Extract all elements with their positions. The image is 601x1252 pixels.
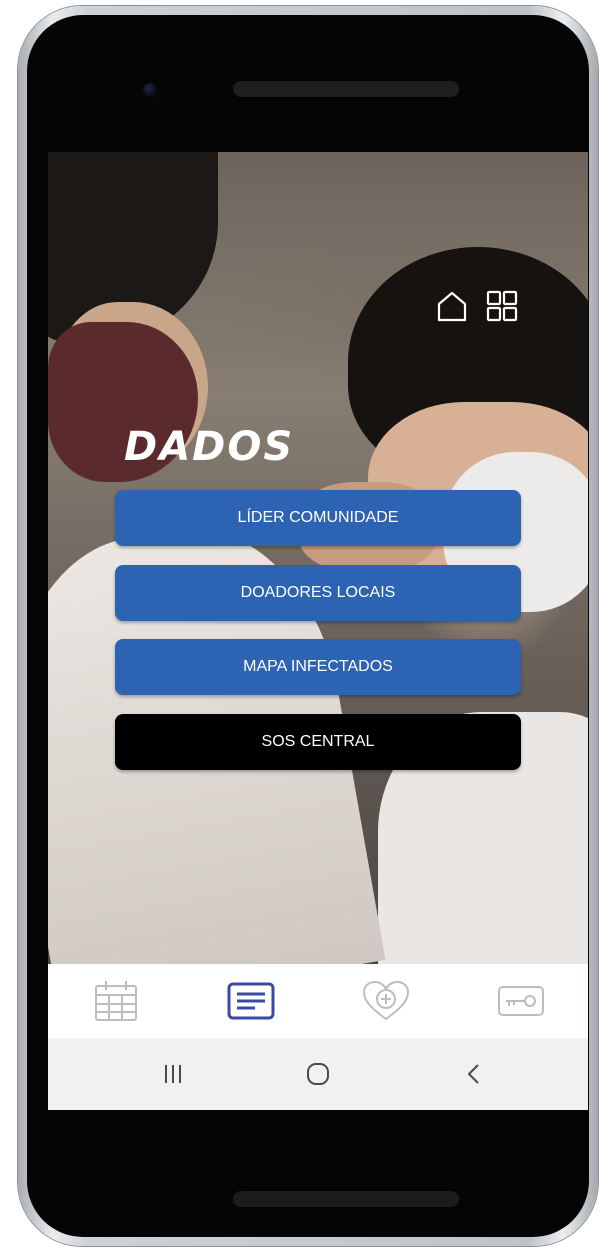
sos-central-button[interactable]: SOS CENTRAL (115, 714, 521, 770)
key-icon (497, 986, 544, 1016)
back-button[interactable] (452, 1052, 496, 1096)
system-navigation-bar (48, 1038, 588, 1110)
nav-calendar[interactable] (86, 971, 146, 1031)
home-nav-button[interactable] (296, 1052, 340, 1096)
home-circle-icon (307, 1063, 329, 1085)
bottom-navigation (48, 964, 588, 1038)
heart-plus-icon (362, 980, 409, 1021)
calendar-icon (94, 981, 137, 1021)
back-icon (467, 1064, 479, 1084)
mapa-infectados-button[interactable]: MAPA INFECTADOS (115, 639, 521, 695)
lider-comunidade-button[interactable]: LÍDER COMUNIDADE (115, 490, 521, 546)
top-icon-bar (434, 286, 520, 326)
page-title: DADOS (124, 424, 295, 470)
front-camera (143, 83, 157, 97)
app-screen: DADOS LÍDER COMUNIDADE DOADORES LOCAIS M… (48, 152, 588, 1110)
home-icon[interactable] (434, 288, 470, 324)
recent-apps-button[interactable] (151, 1052, 195, 1096)
nav-health[interactable] (356, 971, 416, 1031)
nav-documents[interactable] (221, 971, 281, 1031)
recent-apps-icon (165, 1065, 181, 1083)
document-icon (227, 982, 274, 1020)
bottom-speaker (233, 1191, 459, 1207)
grid-icon[interactable] (484, 288, 520, 324)
nav-key[interactable] (491, 971, 551, 1031)
earpiece-speaker (233, 81, 459, 97)
doadores-locais-button[interactable]: DOADORES LOCAIS (115, 565, 521, 621)
background-photo (48, 152, 588, 964)
